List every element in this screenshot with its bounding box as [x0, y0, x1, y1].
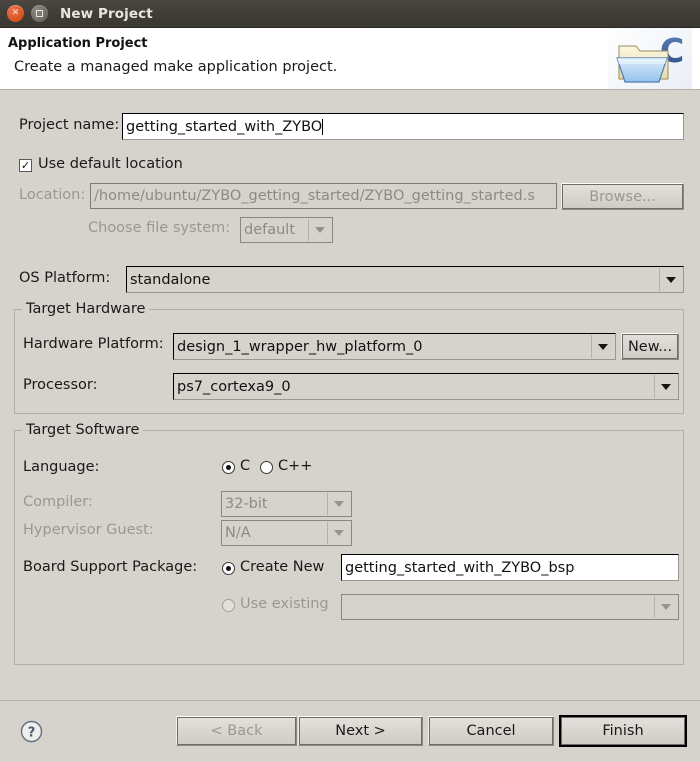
- language-cpp-radio[interactable]: [260, 461, 273, 474]
- hypervisor-guest-value: N/A: [225, 525, 251, 541]
- page-subtitle: Create a managed make application projec…: [14, 59, 338, 75]
- use-default-location-checkbox[interactable]: ✓: [19, 159, 32, 172]
- bsp-create-new-label[interactable]: Create New: [240, 559, 324, 575]
- project-name-input[interactable]: getting_started_with_ZYBO: [122, 113, 684, 140]
- target-hardware-group-title: Target Hardware: [22, 301, 150, 317]
- choose-file-system-label: Choose file system:: [88, 220, 231, 236]
- location-label: Location:: [19, 187, 86, 203]
- compiler-label: Compiler:: [23, 494, 93, 510]
- window-title: New Project: [60, 5, 153, 22]
- next-button[interactable]: Next >: [298, 716, 423, 746]
- window-maximize-icon[interactable]: [31, 5, 48, 22]
- os-platform-label: OS Platform:: [19, 270, 111, 286]
- text-caret: [322, 118, 324, 135]
- svg-text:?: ?: [28, 726, 36, 741]
- location-value: /home/ubuntu/ZYBO_getting_started/ZYBO_g…: [94, 188, 535, 204]
- help-question-icon[interactable]: ?: [19, 719, 44, 744]
- bsp-create-new-input[interactable]: getting_started_with_ZYBO_bsp: [341, 554, 679, 581]
- window-close-icon[interactable]: ✕: [7, 5, 24, 22]
- target-software-group-title: Target Software: [22, 422, 144, 438]
- chevron-down-icon[interactable]: [659, 268, 681, 291]
- language-c-label[interactable]: C: [240, 458, 250, 474]
- processor-value: ps7_cortexa9_0: [177, 378, 291, 395]
- language-label: Language:: [23, 459, 100, 475]
- use-default-location-label: Use default location: [38, 156, 183, 172]
- hardware-platform-combo[interactable]: design_1_wrapper_hw_platform_0: [173, 333, 616, 360]
- bsp-create-new-value: getting_started_with_ZYBO_bsp: [345, 559, 575, 576]
- browse-button: Browse...: [561, 183, 684, 210]
- new-hardware-platform-button[interactable]: New...: [621, 333, 679, 360]
- hypervisor-guest-combo: N/A: [221, 520, 352, 546]
- project-name-value: getting_started_with_ZYBO: [126, 118, 323, 135]
- bsp-use-existing-label: Use existing: [240, 596, 329, 612]
- chevron-down-icon[interactable]: [654, 375, 676, 398]
- chevron-down-icon: [327, 522, 349, 544]
- os-platform-value: standalone: [130, 271, 211, 288]
- bsp-use-existing-radio: [222, 599, 235, 612]
- hardware-platform-value: design_1_wrapper_hw_platform_0: [177, 338, 423, 355]
- hypervisor-guest-label: Hypervisor Guest:: [23, 522, 154, 538]
- compiler-combo: 32-bit: [221, 491, 352, 517]
- location-input: /home/ubuntu/ZYBO_getting_started/ZYBO_g…: [90, 183, 557, 209]
- c-project-folder-icon: C: [608, 28, 692, 89]
- radio-dot: [226, 566, 231, 571]
- bsp-use-existing-combo: [341, 594, 679, 620]
- window-titlebar: ✕ New Project: [0, 0, 700, 28]
- processor-combo[interactable]: ps7_cortexa9_0: [173, 373, 679, 400]
- radio-dot: [226, 465, 231, 470]
- choose-file-system-value: default: [244, 222, 296, 238]
- finish-button[interactable]: Finish: [559, 715, 687, 747]
- language-cpp-label[interactable]: C++: [278, 458, 312, 474]
- language-c-radio[interactable]: [222, 461, 235, 474]
- compiler-value: 32-bit: [225, 496, 268, 512]
- hardware-platform-label: Hardware Platform:: [23, 336, 164, 352]
- page-title: Application Project: [8, 36, 148, 51]
- chevron-down-icon: [308, 219, 330, 241]
- bsp-label: Board Support Package:: [23, 559, 198, 575]
- back-button: < Back: [176, 716, 297, 746]
- dialog-body: Project name: getting_started_with_ZYBO …: [0, 91, 700, 700]
- chevron-down-icon[interactable]: [591, 335, 613, 358]
- chevron-down-icon: [654, 596, 676, 618]
- project-name-label: Project name:: [19, 117, 120, 133]
- chevron-down-icon: [327, 493, 349, 515]
- target-software-group: [14, 430, 684, 665]
- dialog-header: Application Project Create a managed mak…: [0, 28, 700, 90]
- cancel-button[interactable]: Cancel: [428, 716, 554, 746]
- check-icon: ✓: [20, 158, 31, 172]
- processor-label: Processor:: [23, 377, 98, 393]
- choose-file-system-combo: default: [240, 217, 333, 243]
- os-platform-combo[interactable]: standalone: [126, 266, 684, 293]
- bsp-create-new-radio[interactable]: [222, 562, 235, 575]
